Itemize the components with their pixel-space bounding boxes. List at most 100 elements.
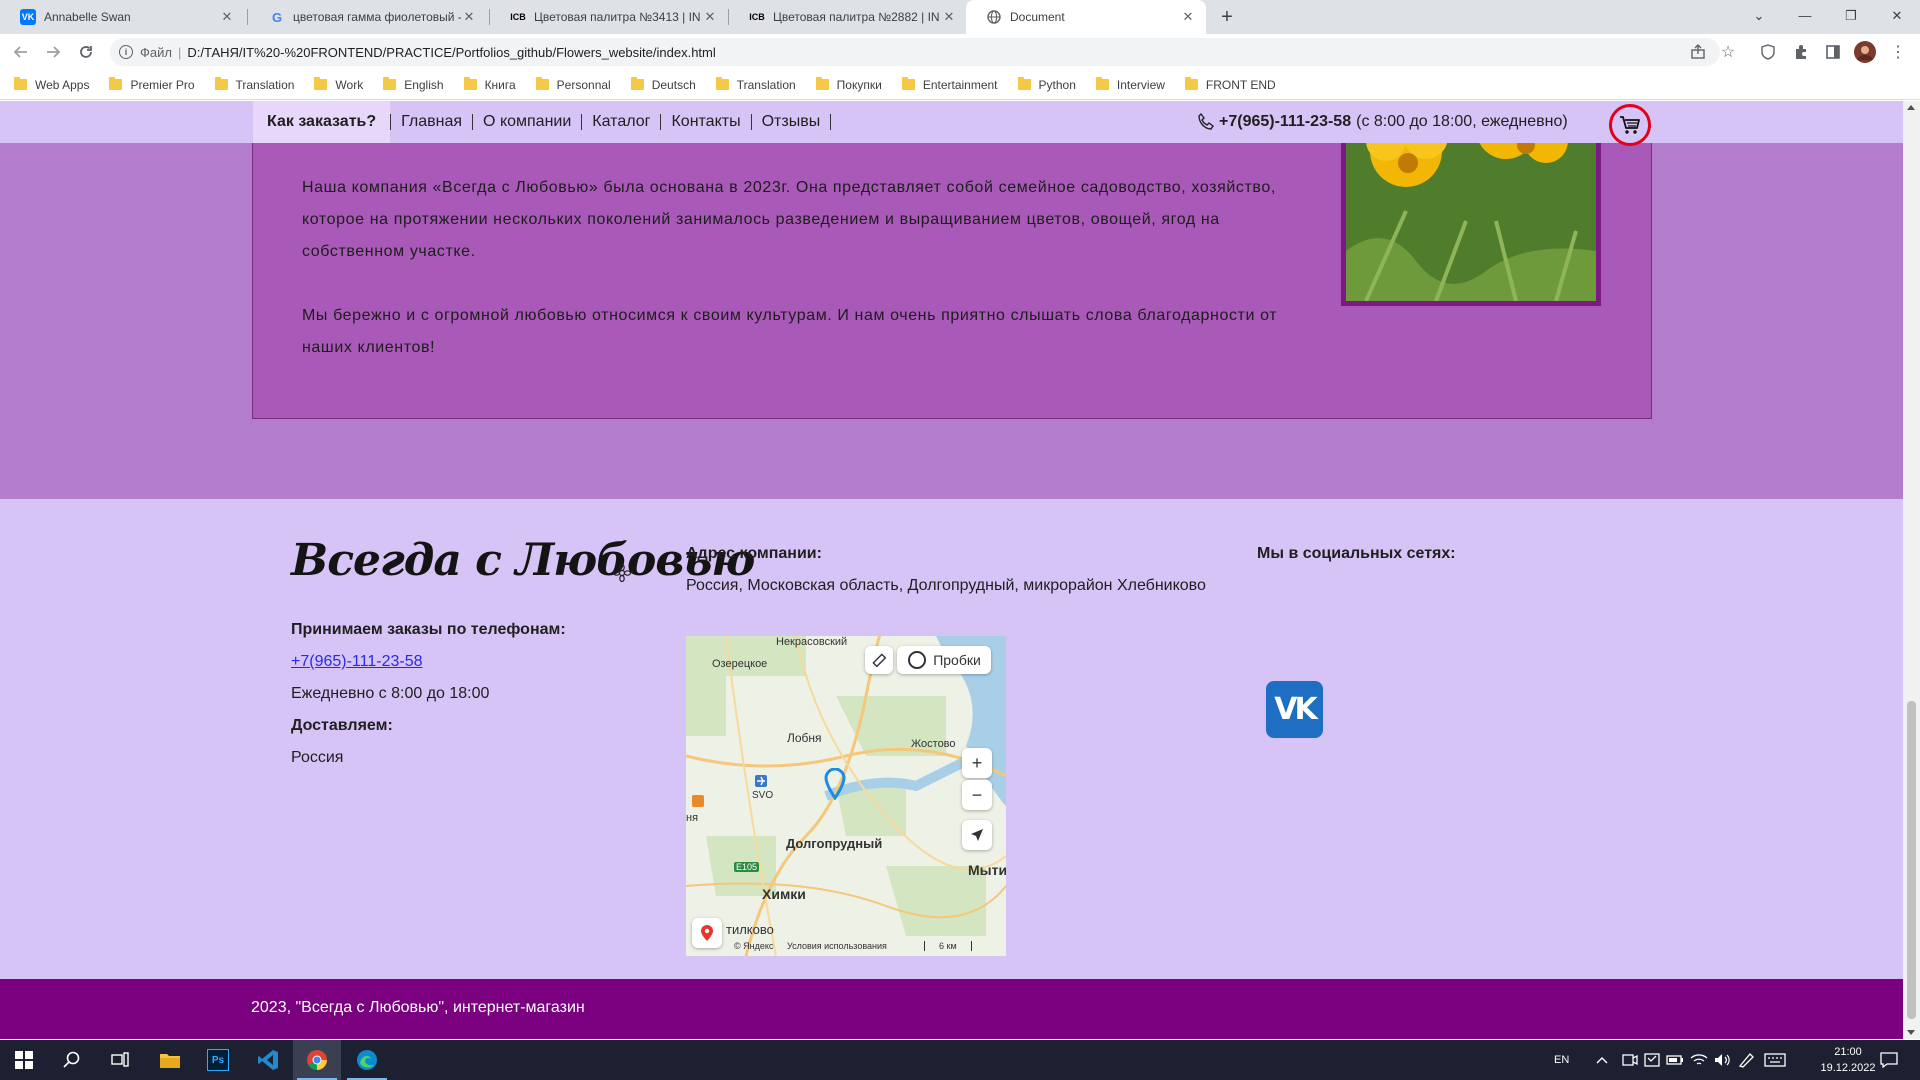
scrollbar-thumb[interactable] (1907, 701, 1916, 1019)
tab-annabelle-swan[interactable]: VK Annabelle Swan ✕ (0, 0, 245, 34)
side-panel-icon[interactable] (1821, 40, 1845, 64)
map-place-label: ня (686, 812, 699, 824)
vk-icon: VK (20, 9, 36, 25)
map-place-label: Химки (762, 886, 806, 902)
bookmark-label: Work (335, 77, 364, 92)
chrome-menu-icon[interactable]: ⋮ (1886, 40, 1910, 64)
tab-palette-3413[interactable]: ICB Цветовая палитра №3413 | IN C ✕ (490, 0, 728, 34)
show-hidden-icons-chevron-icon[interactable] (1596, 1040, 1608, 1080)
wifi-icon[interactable] (1690, 1040, 1708, 1080)
vscode-icon[interactable] (244, 1040, 292, 1080)
taskbar-clock[interactable]: 21:00 19.12.2022 (1818, 1044, 1878, 1076)
traffic-button[interactable]: Пробки (897, 646, 991, 674)
scroll-up-arrow-icon[interactable] (1907, 105, 1915, 110)
bookmark-kniga[interactable]: Книга (463, 77, 516, 92)
nav-catalog[interactable]: Каталог (582, 101, 660, 143)
orders-hours: Ежедневно с 8:00 до 18:00 (291, 685, 490, 702)
icb-icon: ICB (510, 12, 526, 22)
bookmark-premier-pro[interactable]: Premier Pro (109, 77, 195, 92)
volume-icon[interactable] (1714, 1040, 1732, 1080)
tab-title: Цветовая палитра №2882 | IN C (773, 10, 941, 24)
edge-icon[interactable] (343, 1040, 391, 1080)
chrome-icon[interactable] (293, 1040, 341, 1080)
close-tab-icon[interactable]: ✕ (461, 9, 477, 25)
tab-google-search[interactable]: G цветовая гамма фиолетовый - Г ✕ (249, 0, 487, 34)
touch-keyboard-icon[interactable] (1764, 1040, 1786, 1080)
close-tab-icon[interactable]: ✕ (1180, 9, 1196, 25)
tab-palette-2882[interactable]: ICB Цветовая палитра №2882 | IN C ✕ (729, 0, 967, 34)
bookmark-front-end[interactable]: FRONT END (1184, 77, 1276, 92)
delivery-value: Россия (291, 749, 344, 766)
search-icon[interactable] (48, 1040, 96, 1080)
yandex-map[interactable]: Некрасовский Озерецкое Лобня Жостово SVO… (686, 636, 1006, 956)
bookmark-star-icon[interactable]: ☆ (1716, 40, 1740, 64)
shopping-cart-icon (1620, 116, 1640, 134)
pen-workspace-icon[interactable] (1738, 1040, 1756, 1080)
browser-tab-strip: VK Annabelle Swan ✕ G цветовая гамма фио… (0, 0, 1920, 34)
share-icon[interactable] (1686, 40, 1710, 64)
vk-social-icon[interactable]: VK (1266, 681, 1323, 738)
windows-start-icon[interactable] (0, 1040, 48, 1080)
flower-icon (612, 563, 632, 583)
language-indicator[interactable]: EN (1554, 1040, 1569, 1080)
nav-home[interactable]: Главная (391, 101, 472, 143)
restore-button[interactable]: ❐ (1828, 0, 1874, 34)
file-explorer-icon[interactable] (146, 1040, 194, 1080)
bookmark-english[interactable]: English (383, 77, 444, 92)
nav-contacts[interactable]: Контакты (661, 101, 750, 143)
meet-now-icon[interactable] (1622, 1040, 1638, 1080)
notifications-icon[interactable] (1880, 1040, 1898, 1080)
site-info-icon[interactable]: i (119, 45, 133, 59)
back-button[interactable] (9, 40, 33, 64)
close-tab-icon[interactable]: ✕ (941, 9, 957, 25)
map-place-label: SVO (752, 790, 774, 801)
bookmark-work[interactable]: Work (314, 77, 364, 92)
nav-how-to-order[interactable]: Как заказать? (253, 101, 391, 143)
bookmark-python[interactable]: Python (1017, 77, 1076, 92)
bookmark-personnal[interactable]: Personnal (535, 77, 611, 92)
close-tab-icon[interactable]: ✕ (219, 9, 235, 25)
battery-icon[interactable] (1666, 1040, 1684, 1080)
address-url[interactable]: D:/ТАНЯ/IT%20-%20FRONTEND/PRACTICE/Portf… (187, 45, 715, 60)
nav-reviews[interactable]: Отзывы (752, 101, 831, 143)
bookmark-translation[interactable]: Translation (214, 77, 294, 92)
tab-search-chevron-icon[interactable]: ⌄ (1736, 0, 1782, 34)
close-tab-icon[interactable]: ✕ (702, 9, 718, 25)
extensions-puzzle-icon[interactable] (1789, 40, 1813, 64)
map-terms-link[interactable]: Условия использования (787, 941, 887, 951)
bookmark-interview[interactable]: Interview (1095, 77, 1165, 92)
reload-button[interactable] (74, 40, 98, 64)
minimize-button[interactable]: — (1782, 0, 1828, 34)
shield-extension-icon[interactable] (1756, 40, 1780, 64)
geolocation-button[interactable] (962, 820, 992, 850)
new-tab-button[interactable]: + (1214, 4, 1240, 30)
nav-about[interactable]: О компании (473, 101, 581, 143)
cart-button[interactable] (1609, 104, 1651, 146)
airport-icon (755, 775, 767, 787)
photoshop-icon[interactable]: Ps (194, 1040, 242, 1080)
zoom-out-button[interactable]: − (962, 780, 992, 810)
scroll-down-arrow-icon[interactable] (1907, 1030, 1915, 1035)
close-window-button[interactable]: ✕ (1874, 0, 1920, 34)
orders-phone-link[interactable]: +7(965)-111-23-58 (291, 653, 423, 671)
open-in-yandex-maps-button[interactable] (692, 918, 722, 948)
map-pin-icon[interactable] (824, 768, 846, 800)
profile-avatar[interactable] (1853, 40, 1877, 64)
forward-button[interactable] (41, 40, 65, 64)
header-phone-number[interactable]: +7(965)-111-23-58 (1219, 113, 1351, 131)
copyright-text: 2023, "Всегда с Любовью", интернет-магаз… (251, 999, 585, 1016)
bookmark-deutsch[interactable]: Deutsch (630, 77, 696, 92)
bookmark-entertainment[interactable]: Entertainment (901, 77, 998, 92)
bookmark-pokupki[interactable]: Покупки (815, 77, 882, 92)
bookmark-label: Personnal (556, 77, 611, 92)
tray-app-icon[interactable] (1644, 1040, 1660, 1080)
task-view-icon[interactable] (96, 1040, 144, 1080)
ruler-button[interactable] (865, 646, 893, 674)
folder-icon (715, 77, 729, 90)
zoom-in-button[interactable]: + (962, 748, 992, 778)
bookmark-translation-2[interactable]: Translation (715, 77, 796, 92)
bookmark-web-apps[interactable]: Web Apps (14, 77, 89, 92)
tab-document[interactable]: Document ✕ (966, 0, 1206, 34)
address-bar[interactable]: i Файл | D:/ТАНЯ/IT%20-%20FRONTEND/PRACT… (110, 38, 1720, 66)
page-scrollbar[interactable] (1903, 101, 1920, 1039)
